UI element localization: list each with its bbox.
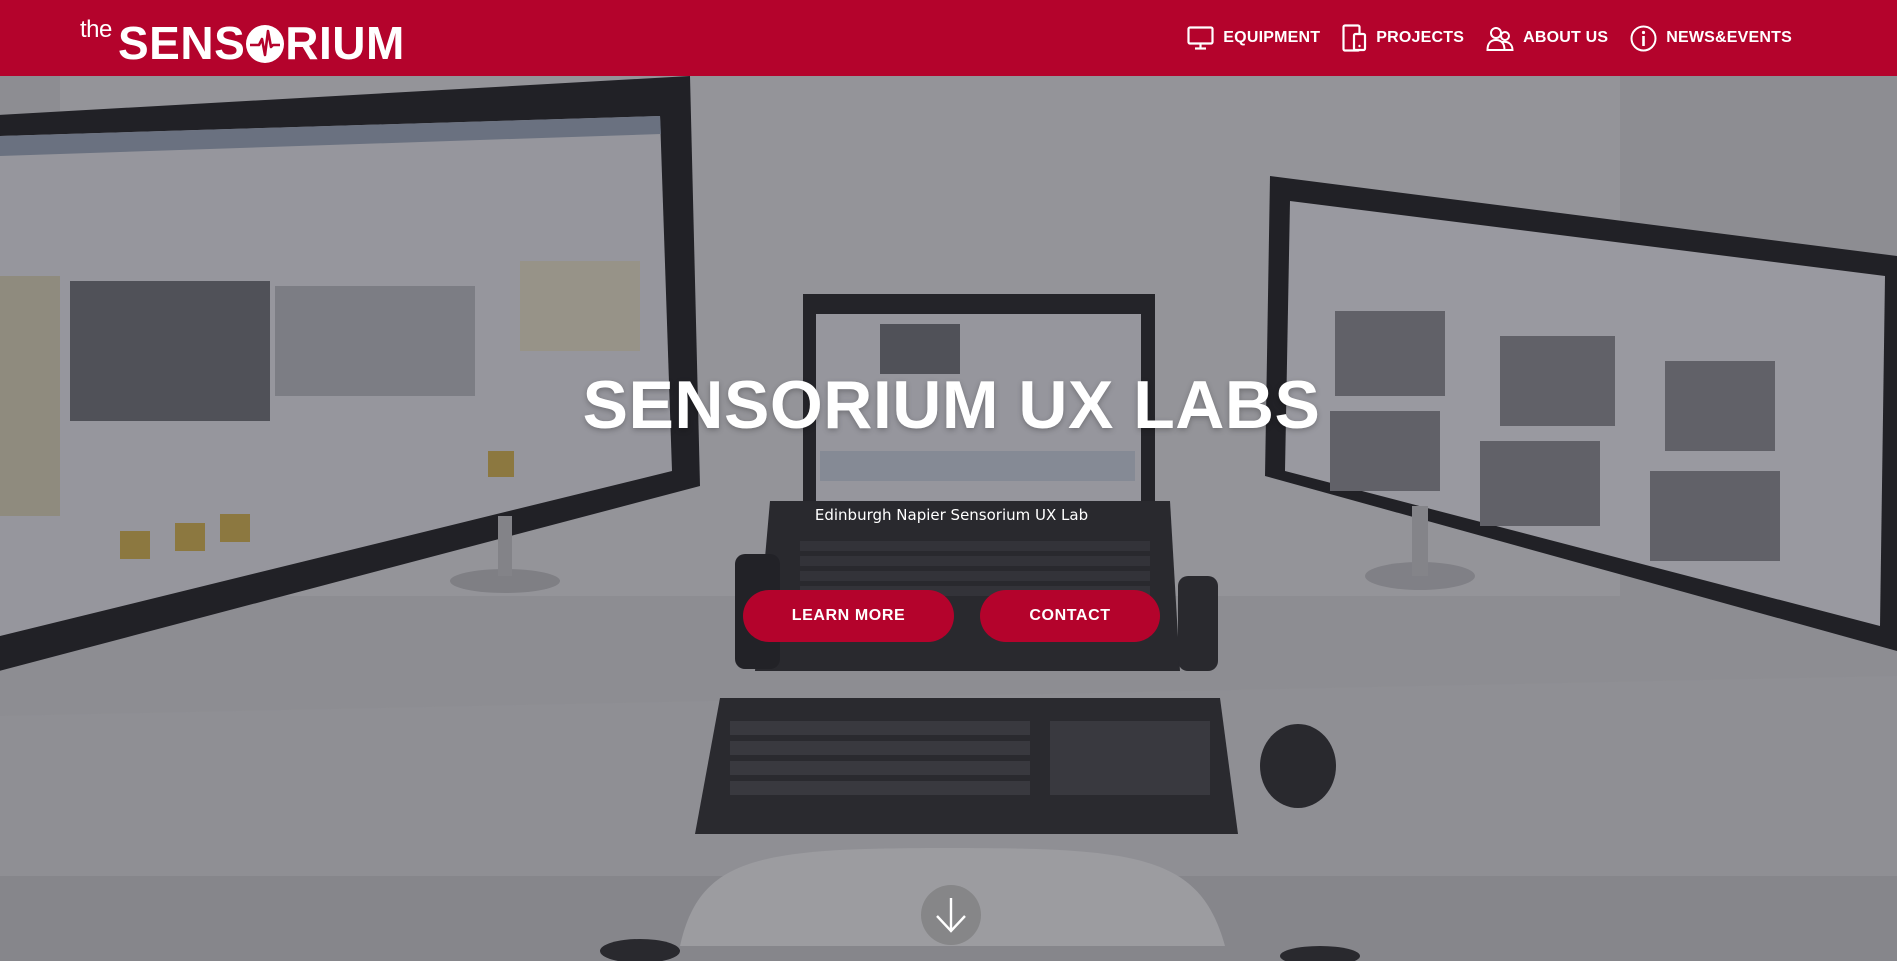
hero-section: SENSORIUM UX LABS Edinburgh Napier Senso…: [0, 76, 1897, 961]
nav-projects[interactable]: PROJECTS: [1342, 24, 1464, 52]
learn-more-button[interactable]: LEARN MORE: [743, 590, 954, 642]
nav-projects-label: PROJECTS: [1376, 29, 1465, 46]
hero-subtitle: Edinburgh Napier Sensorium UX Lab: [814, 506, 1089, 524]
main-nav: EQUIPMENT PROJECTS ABOUT US NEWS&EVENTS: [1187, 0, 1792, 76]
logo-word-end: RIUM: [285, 17, 405, 69]
logo-wordmark: SENS RIUM: [118, 18, 405, 68]
nav-about-us-label: ABOUT US: [1523, 29, 1609, 46]
monitor-icon: [1187, 26, 1214, 50]
info-icon: [1630, 25, 1657, 51]
users-icon: [1486, 26, 1514, 51]
nav-news-events[interactable]: NEWS&EVENTS: [1630, 25, 1792, 52]
nav-equipment-label: EQUIPMENT: [1223, 29, 1321, 46]
site-logo[interactable]: the SENS RIUM: [80, 16, 430, 68]
nav-about-us[interactable]: ABOUT US: [1486, 25, 1608, 52]
arrow-down-icon: [936, 898, 966, 933]
scroll-down-button[interactable]: [921, 885, 981, 945]
logo-word-start: SENS: [118, 17, 246, 69]
nav-equipment[interactable]: EQUIPMENT: [1187, 26, 1320, 50]
nav-news-events-label: NEWS&EVENTS: [1666, 29, 1792, 46]
devices-icon: [1342, 24, 1367, 52]
hero-title: SENSORIUM UX LABS: [582, 367, 1321, 443]
heartbeat-o-icon: [246, 25, 285, 63]
site-header: the SENS RIUM EQUIPMENT PROJECTS ABOUT US…: [0, 0, 1897, 76]
contact-button[interactable]: CONTACT: [980, 590, 1160, 642]
logo-prefix: the: [80, 16, 112, 43]
